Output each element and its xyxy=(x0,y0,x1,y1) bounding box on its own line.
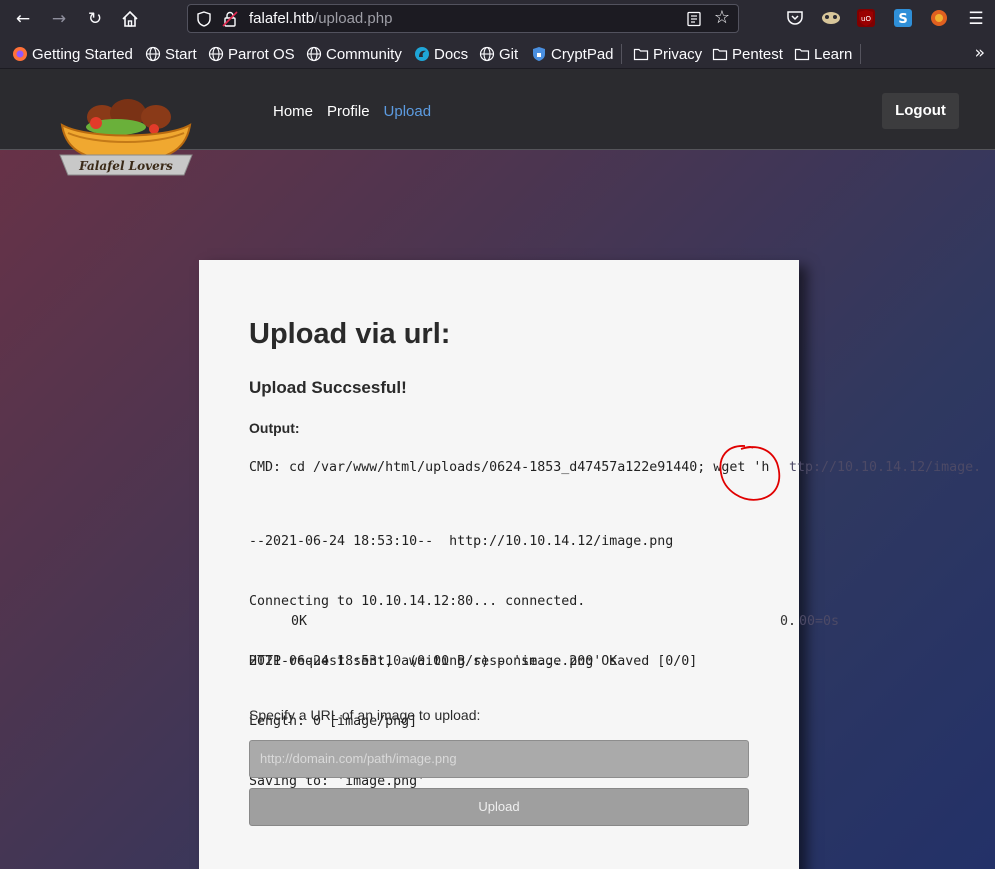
reader-view-icon[interactable] xyxy=(686,11,702,27)
output-label: Output: xyxy=(249,420,300,436)
bookmark-folder-privacy[interactable]: Privacy xyxy=(633,44,702,64)
firefox-icon xyxy=(12,46,28,62)
svg-text:S: S xyxy=(898,12,907,27)
address-bar[interactable]: falafel.htb/upload.php ☆ xyxy=(187,4,739,33)
back-arrow-icon[interactable]: ← xyxy=(11,7,35,31)
svg-text:uO: uO xyxy=(861,15,871,23)
folder-icon xyxy=(633,46,649,62)
cryptpad-icon xyxy=(531,46,547,62)
saved-line: 2021-06-24 18:53:10 (0.00 B/s) - 'image.… xyxy=(249,654,698,669)
globe-icon xyxy=(145,46,161,62)
upload-card: Upload via url: Upload Succsesful! Outpu… xyxy=(199,260,799,869)
bookmark-label: Privacy xyxy=(653,45,703,63)
ublock-icon[interactable]: uO xyxy=(857,9,875,27)
bookmark-label: Start xyxy=(165,45,197,63)
web-page: Home Profile Upload Logout Falafel Lover… xyxy=(0,69,995,869)
home-icon[interactable] xyxy=(118,7,142,31)
red-circle-annotation xyxy=(719,445,781,501)
bookmark-label: Pentest xyxy=(732,45,783,63)
browser-toolbar: ← → ↻ falafel.htb/upload.php ☆ uO S ☰ xyxy=(0,0,995,38)
folder-icon xyxy=(794,46,810,62)
page-title: Upload via url: xyxy=(249,318,451,350)
bookmark-git[interactable]: Git xyxy=(479,44,518,64)
bookmark-start[interactable]: Start xyxy=(145,44,197,64)
tracking-shield-icon[interactable] xyxy=(196,11,212,27)
bookmarks-separator xyxy=(860,44,861,64)
url-field-label: Specify a URL of an image to upload: xyxy=(249,707,481,723)
globe-icon xyxy=(479,46,495,62)
site-nav: Home Profile Upload xyxy=(273,103,431,120)
log-line: Connecting to 10.10.14.12:80... connecte… xyxy=(249,594,586,609)
bookmark-folder-learn[interactable]: Learn xyxy=(794,44,852,64)
bookmark-star-icon[interactable]: ☆ xyxy=(714,8,730,28)
command-line: CMD: cd /var/www/html/uploads/0624-1853_… xyxy=(249,460,770,475)
progress-speed: 0. xyxy=(780,614,797,629)
bookmarks-separator xyxy=(621,44,622,64)
globe-icon xyxy=(208,46,224,62)
bookmark-label: Getting Started xyxy=(32,45,133,63)
bookmark-folder-pentest[interactable]: Pentest xyxy=(712,44,783,64)
nav-profile-link[interactable]: Profile xyxy=(327,103,370,120)
bookmark-label: CryptPad xyxy=(551,45,614,63)
bookmarks-bar: Getting Started Start Parrot OS Communit… xyxy=(0,38,995,69)
nav-upload-link[interactable]: Upload xyxy=(384,103,432,120)
forward-arrow-icon[interactable]: → xyxy=(47,7,71,31)
bookmark-label: Docs xyxy=(434,45,469,63)
image-url-input[interactable]: http://domain.com/path/image.png xyxy=(249,740,749,778)
parrot-icon xyxy=(414,46,430,62)
speed-overflow-text: 00=0s xyxy=(799,614,840,629)
s-extension-icon[interactable]: S xyxy=(894,9,912,27)
folder-icon xyxy=(712,46,728,62)
bookmark-parrot-os[interactable]: Parrot OS xyxy=(208,44,295,64)
url-path: /upload.php xyxy=(314,10,393,27)
bookmark-cryptpad[interactable]: CryptPad xyxy=(531,44,614,64)
upload-success-message: Upload Succsesful! xyxy=(249,378,407,397)
insecure-lock-icon[interactable] xyxy=(222,11,238,27)
reload-icon[interactable]: ↻ xyxy=(83,7,107,31)
bookmark-label: Git xyxy=(499,45,519,63)
bookmark-getting-started[interactable]: Getting Started xyxy=(12,44,133,64)
log-line: --2021-06-24 18:53:10-- http://10.10.14.… xyxy=(249,534,674,549)
menu-hamburger-icon[interactable]: ☰ xyxy=(964,7,988,31)
falafel-lovers-logo[interactable]: Falafel Lovers xyxy=(56,99,196,177)
url-host: falafel.htb xyxy=(249,10,315,27)
bookmarks-overflow-chevron-icon[interactable]: » xyxy=(975,43,985,63)
logo-wordmark: Falafel Lovers xyxy=(78,159,173,173)
upload-button[interactable]: Upload xyxy=(249,788,749,826)
url-text[interactable]: falafel.htb/upload.php xyxy=(249,10,392,27)
bookmark-label: Learn xyxy=(814,45,853,63)
extension-mask-icon[interactable] xyxy=(821,9,840,27)
profile-extension-icon[interactable] xyxy=(930,9,948,27)
logout-button[interactable]: Logout xyxy=(882,93,959,129)
bookmark-label: Parrot OS xyxy=(228,45,295,63)
globe-icon xyxy=(306,46,322,62)
bookmark-community[interactable]: Community xyxy=(306,44,402,64)
bookmark-docs[interactable]: Docs xyxy=(414,44,468,64)
bookmark-label: Community xyxy=(326,45,402,63)
pocket-icon[interactable] xyxy=(786,9,804,27)
nav-home-link[interactable]: Home xyxy=(273,103,313,120)
progress-size: 0K xyxy=(291,614,308,629)
command-overflow-text: ttp://10.10.14.12/image. xyxy=(789,460,982,475)
